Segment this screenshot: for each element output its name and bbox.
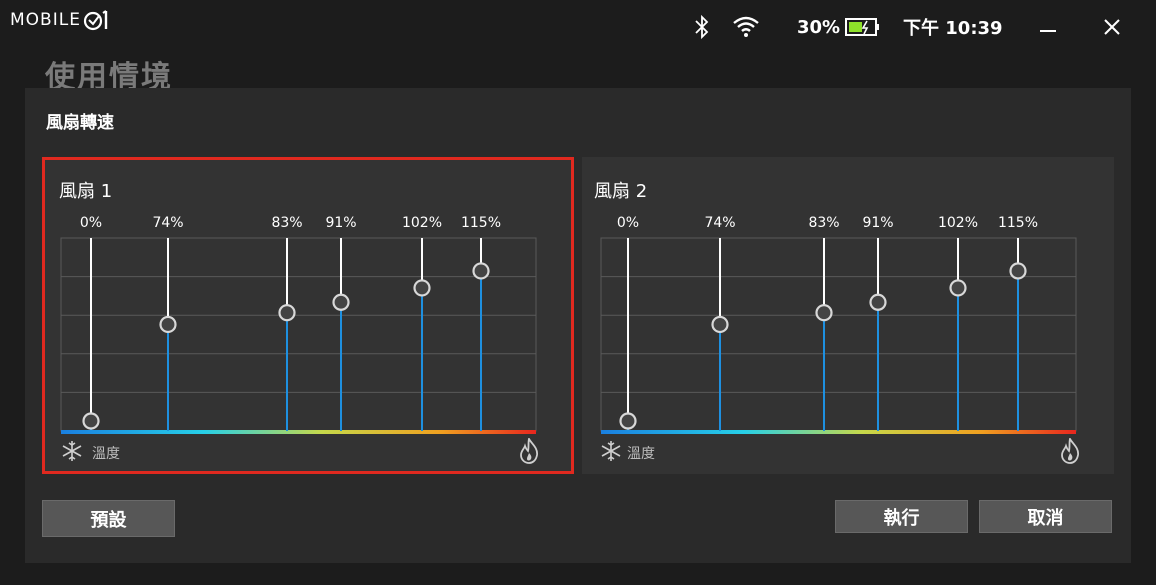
wifi-icon	[732, 12, 760, 42]
snowflake-icon	[62, 441, 82, 461]
minimize-icon[interactable]	[1038, 12, 1062, 42]
default-button[interactable]: 預設	[42, 500, 175, 537]
speed-slider-handle[interactable]	[278, 304, 296, 322]
grid-frame	[600, 237, 1077, 432]
fan-2-temperature-label: 溫度	[627, 446, 655, 462]
speed-point-label: 83%	[271, 215, 302, 231]
speed-point-label: 91%	[862, 215, 893, 231]
fan-speed-dialog: 風扇轉速 風扇 1 0% 74% 83% 91% 102% 115% 溫度 風扇 2 0%…	[25, 88, 1131, 563]
run-button[interactable]: 執行	[835, 500, 968, 533]
speed-slider-handle[interactable]	[82, 412, 100, 430]
speed-slider-handle[interactable]	[413, 279, 431, 297]
fan-2-curve-chart[interactable]: 0% 74% 83% 91% 102% 115%	[582, 157, 1114, 474]
flame-icon	[1061, 438, 1079, 464]
speed-slider-handle[interactable]	[472, 262, 490, 280]
speed-slider-handle[interactable]	[619, 412, 637, 430]
speed-slider-handle[interactable]	[1009, 262, 1027, 280]
speed-slider-handle[interactable]	[949, 279, 967, 297]
fan-1-curve-chart[interactable]: 0% 74% 83% 91% 102% 115%	[45, 160, 571, 471]
logo-mark-icon	[83, 10, 108, 31]
speed-slider-handle[interactable]	[159, 315, 177, 334]
dialog-title: 風扇轉速	[46, 113, 114, 133]
speed-slider-handle[interactable]	[869, 293, 887, 311]
speed-point-label: 115%	[998, 215, 1038, 231]
title-bar: MOBILE 30% 下午 10:39	[0, 0, 1156, 56]
fan-2-card[interactable]: 風扇 2 0% 74% 83% 91% 102% 115% 溫度	[582, 157, 1114, 474]
battery-percent: 30%	[797, 16, 841, 38]
fan-1-card[interactable]: 風扇 1 0% 74% 83% 91% 102% 115% 溫度	[42, 157, 574, 474]
temperature-gradient-bar	[61, 430, 536, 434]
clock: 下午 10:39	[903, 18, 1003, 39]
logo: MOBILE	[10, 5, 112, 35]
cancel-button[interactable]: 取消	[979, 500, 1112, 533]
speed-point-label: 102%	[938, 215, 978, 231]
speed-point-label: 115%	[461, 215, 501, 231]
speed-point-label: 0%	[80, 215, 102, 231]
speed-point-label: 0%	[617, 215, 639, 231]
snowflake-icon	[601, 441, 621, 461]
speed-point-label: 74%	[152, 215, 183, 231]
temperature-gradient-bar	[601, 430, 1076, 434]
speed-slider-handle[interactable]	[332, 293, 350, 311]
battery-charging-icon	[845, 12, 881, 42]
logo-text: MOBILE	[10, 10, 81, 30]
speed-point-label: 91%	[325, 215, 356, 231]
close-icon[interactable]	[1102, 12, 1126, 42]
fan-1-temperature-label: 溫度	[92, 446, 120, 462]
speed-point-label: 102%	[402, 215, 442, 231]
speed-slider-handle[interactable]	[711, 315, 729, 334]
flame-icon	[520, 438, 538, 464]
grid-frame	[60, 237, 537, 432]
speed-slider-handle[interactable]	[815, 304, 833, 322]
speed-point-label: 74%	[704, 215, 735, 231]
speed-point-label: 83%	[808, 215, 839, 231]
bluetooth-icon	[692, 12, 714, 42]
